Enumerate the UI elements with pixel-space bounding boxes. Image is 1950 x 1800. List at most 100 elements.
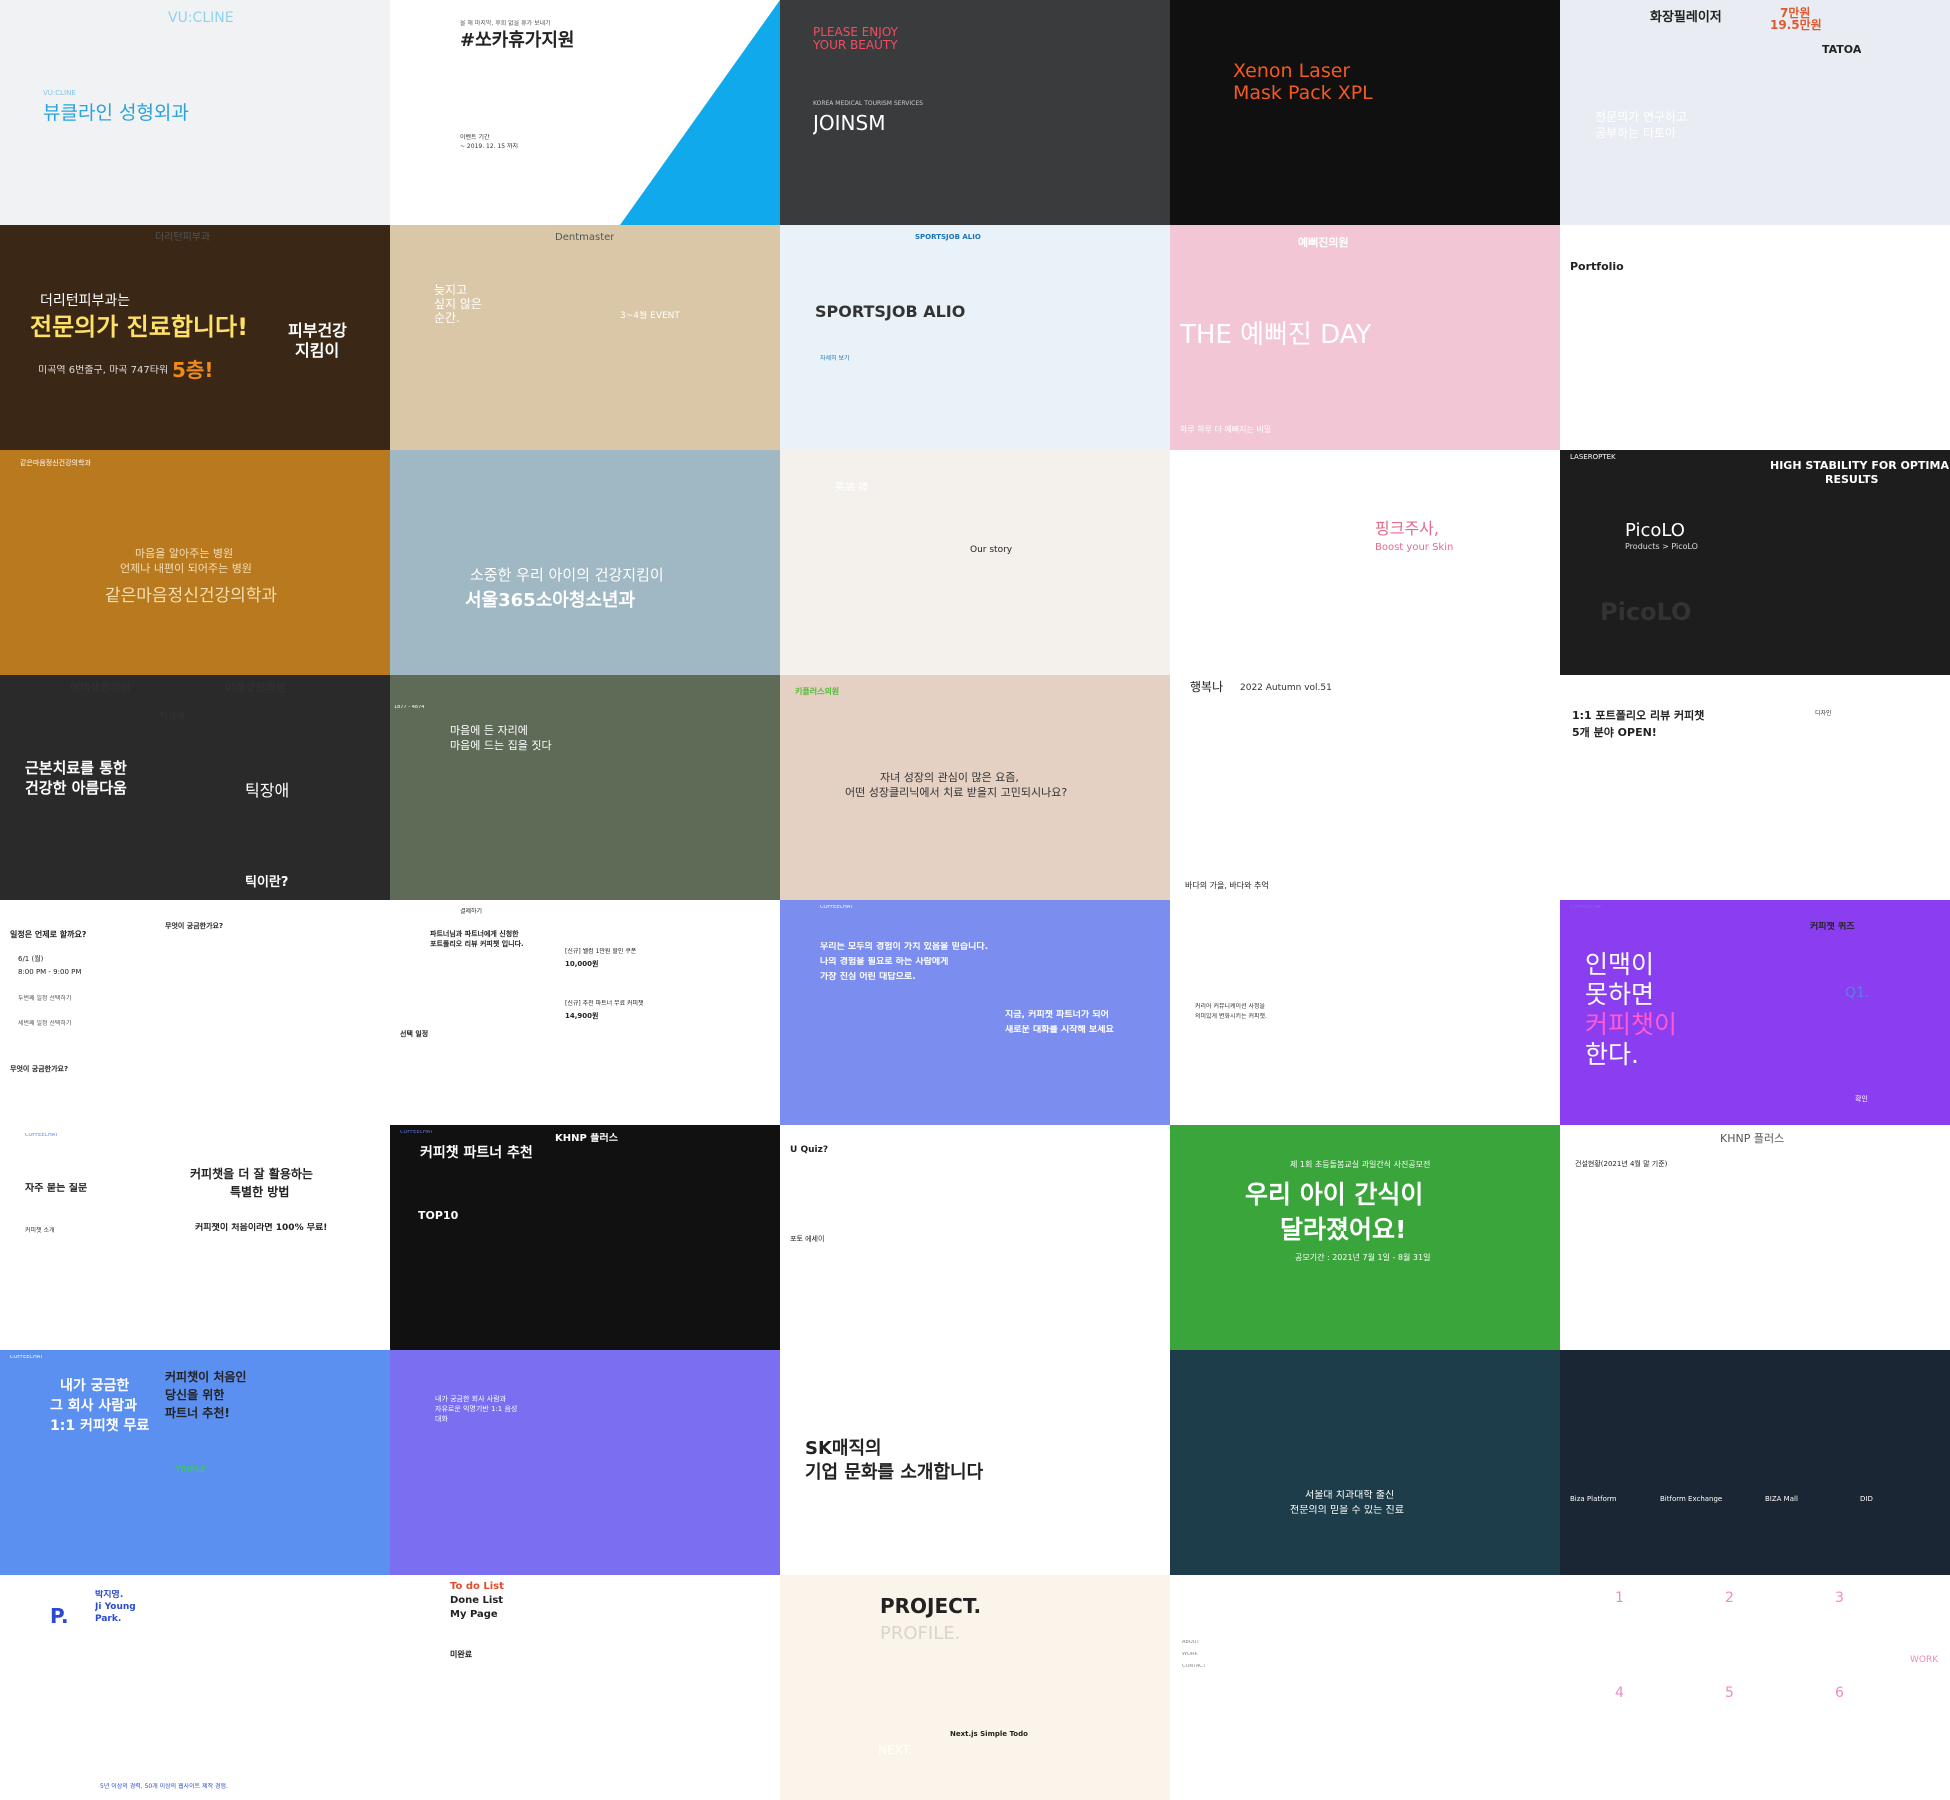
tile-todo-text: To do List bbox=[450, 1581, 504, 1592]
tile-cc-launch-text: 못하면 bbox=[1585, 980, 1655, 1009]
tile-cc-faq-text: 커피챗 소개 bbox=[25, 1227, 55, 1234]
tile-gateun-text: 언제나 내편이 되어주는 병원 bbox=[120, 563, 252, 575]
tile-dentmaster[interactable]: 늦지고 싶지 않은 순간. 3~4월 EVENT Dentmaster bbox=[390, 225, 780, 450]
tile-amaxg[interactable]: Biza Platform Bitform Exchange BIZA Mall DI… bbox=[1560, 1350, 1950, 1575]
tile-kidsclinic-text: 키플러스의원 bbox=[795, 687, 840, 696]
tile-cc-chat-text: 자유로운 익명기반 1:1 음성 bbox=[435, 1405, 518, 1413]
tile-cc-blue-text: 파트너 추천! bbox=[165, 1406, 230, 1420]
tile-joinsm[interactable]: PLEASE ENJOY YOUR BEAUTY KOREA MEDICAL TOU… bbox=[780, 0, 1170, 225]
tile-cc-purple-text: 가장 진심 어린 대답으로. bbox=[820, 972, 916, 982]
tile-magazine[interactable]: 행복나 2022 Autumn vol.51 바다의 가을, 바다와 추억 bbox=[1170, 675, 1560, 900]
tile-hospital-video[interactable]: 1877 - 4874 마음에 든 자리에 마음에 드는 집을 짓다 bbox=[390, 675, 780, 900]
tile-schedule-text: 두번째 일정 선택하기 bbox=[18, 995, 72, 1002]
tile-cc-partner-text: 커피챗 파트너 추천 bbox=[420, 1145, 533, 1161]
tile-parkjiyoung[interactable]: P. 박지영. Ji Young Park. 5년 이상의 경력, 50개 이상의 웹사… bbox=[0, 1575, 390, 1800]
tile-schedule-text: 무엇이 궁금한가요? bbox=[10, 1065, 69, 1073]
tile-gateun[interactable]: 같은마음정신건강의학과 마음을 알아주는 병원 언제나 내편이 되어주는 병원 같은마… bbox=[0, 450, 390, 675]
tile-schedule-text: 8:00 PM - 9:00 PM bbox=[18, 968, 82, 976]
tile-coffeechat-open[interactable]: 1:1 포트폴리오 리뷰 커피챗 5개 분야 OPEN! 전체보기 디자인 bbox=[1560, 675, 1950, 900]
tile-dental[interactable]: 서울대 치과대학 출신 전문의의 믿을 수 있는 진료 bbox=[1170, 1350, 1560, 1575]
tile-cc-faq-text: 커피챗이 처음이라면 100% 무료! bbox=[195, 1223, 328, 1233]
tile-tulip[interactable]: ABOUT WORK CONTACT bbox=[1170, 1575, 1560, 1800]
tile-dentmaster-text: 늦지고 bbox=[434, 283, 468, 297]
tile-cc-blue-text: COFFEECHAT bbox=[10, 1355, 43, 1360]
tile-durithen-text: 피부건강 bbox=[288, 322, 347, 340]
tile-tatoa[interactable]: 화장필레이저 7만원 19.5만원 TATOA 전문의가 연구하고 공부하는 타토아 bbox=[1560, 0, 1950, 225]
tile-yeppeujin[interactable]: 예뻐진의원 THE 예뻐진 DAY 하루 하루 더 예뻐지는 비밀 bbox=[1170, 225, 1560, 450]
tile-cc-launch-text: 확인 bbox=[1855, 1095, 1868, 1103]
tile-cc-purple-text: 새로운 대화를 시작해 보세요 bbox=[1005, 1025, 1114, 1035]
tile-cc-chat[interactable]: 내가 궁금한 회사 사람과 자유로운 익명기반 1:1 음성 대화 bbox=[390, 1350, 780, 1575]
tile-project-text: Next.js Simple Todo bbox=[950, 1730, 1028, 1738]
tile-ire[interactable]: 이레생한의원 이레생한의원 근본치료를 통한 건강한 아름다움 틱장애 틱장애 틱이란? bbox=[0, 675, 390, 900]
tile-work-text: 4 bbox=[1615, 1685, 1624, 1701]
tile-ire-text: 건강한 아름다움 bbox=[25, 780, 127, 797]
tile-todo-text: My Page bbox=[450, 1609, 498, 1620]
tile-hospital-video-text: 마음에 드는 집을 짓다 bbox=[450, 740, 552, 752]
tile-amaxg-text: Bitform Exchange bbox=[1660, 1495, 1723, 1503]
tile-durithen[interactable]: 더리턴피부과 더리턴피부과는 전문의가 진료합니다! 미곡역 6번출구, 마곡 747… bbox=[0, 225, 390, 450]
tile-cc-blue-text: 그 회사 사람과 bbox=[50, 1398, 138, 1414]
tile-snack[interactable]: 제 1회 초등돌봄교실 과일간식 사진공모전 우리 아이 간식이 달라졌어요! 공모기… bbox=[1170, 1125, 1560, 1350]
tile-khnp-status-text: 건설현황(2021년 4월 말 기준) bbox=[1575, 1160, 1668, 1168]
tile-ourstory[interactable]: Our story 英語 譚 bbox=[780, 450, 1170, 675]
tile-cc-partner[interactable]: COFFEECHAT 커피챗 파트너 추천 TOP10 KHNP 플러스 bbox=[390, 1125, 780, 1350]
tile-xenon[interactable]: Xenon Laser Mask Pack XPL bbox=[1170, 0, 1560, 225]
tile-ecm-text: Boost your Skin bbox=[1375, 542, 1454, 553]
tile-schedule[interactable]: 일정은 언제로 할까요? 6/1 (월) 8:00 PM - 9:00 PM 두번째 … bbox=[0, 900, 390, 1125]
tile-parkjiyoung-text: Park. bbox=[95, 1614, 122, 1624]
tile-ssoka[interactable]: #쏘카휴가지원 올 해 마지막, 후회 없을 휴가 보내기 이벤트 기간 ~ 2019… bbox=[390, 0, 780, 225]
tile-cc-partner-text: KHNP 플러스 bbox=[555, 1133, 618, 1144]
tile-cc-faq[interactable]: COFFEECHAT 자주 묻는 질문 커피챗 소개 커피챗을 더 잘 활용하는 특별한… bbox=[0, 1125, 390, 1350]
tile-picolo[interactable]: LASEROPTEK PicoLO Products > PicoLO PicoLO H… bbox=[1560, 450, 1950, 675]
tile-cc-blue-text: TRIPLE bbox=[175, 1465, 207, 1474]
tile-dentmaster-text: 순간. bbox=[434, 311, 460, 325]
tile-ecm-text: ECM bbox=[1180, 456, 1196, 464]
tile-gateun-text: 같은마음정신건강의학과 bbox=[105, 586, 278, 606]
tile-coupon[interactable]: 결제하기 파트너님과 파트너에게 신청한 포트폴리오 리뷰 커피챗 입니다. 선택 일… bbox=[390, 900, 780, 1125]
tile-ecm[interactable]: 핑크주사, Boost your Skin ECM bbox=[1170, 450, 1560, 675]
tile-ssoka-text: #쏘카휴가지원 bbox=[460, 30, 575, 51]
tile-sportsjob[interactable]: SPORTSJOB ALIO SPORTSJOB ALIO 자세히 보기 bbox=[780, 225, 1170, 450]
tile-project[interactable]: PROJECT. PROFILE. Next.js Simple Todo NEXT. bbox=[780, 1575, 1170, 1800]
tile-work-text: 6 bbox=[1835, 1685, 1844, 1701]
tile-sportsjob-text: 자세히 보기 bbox=[820, 355, 850, 362]
tile-cc-blue[interactable]: COFFEECHAT 내가 궁금한 그 회사 사람과 1:1 커피챗 무료 커피챗이 처… bbox=[0, 1350, 390, 1575]
tile-cc-chat-text: 내가 궁금한 회사 사람과 bbox=[435, 1395, 507, 1403]
tile-sportsjob-text: SPORTSJOB ALIO bbox=[815, 303, 966, 321]
tile-parkjiyoung-text: Ji Young bbox=[95, 1602, 136, 1612]
tile-ssoka-text: 이벤트 기간 bbox=[460, 134, 490, 141]
tile-cc-blue-text: 1:1 커피챗 무료 bbox=[50, 1418, 150, 1434]
tile-cc-1on1-text: 커리어 커뮤니케이션 사정을 bbox=[1195, 1003, 1266, 1010]
tile-vuline-text: 뷰클라인 성형외과 bbox=[43, 102, 189, 124]
tile-joinsm-text: KOREA MEDICAL TOURISM SERVICES bbox=[813, 100, 923, 107]
tile-cc-faq-text: 특별한 방법 bbox=[230, 1185, 290, 1199]
tile-magazine-text: 2022 Autumn vol.51 bbox=[1240, 683, 1332, 693]
tile-kidsclinic[interactable]: 키플러스의원 자녀 성장의 관심이 많은 요즘, 어떤 성장클리닉에서 치료 받을지… bbox=[780, 675, 1170, 900]
tile-coffeechat-open-text: 디자인 bbox=[1815, 710, 1832, 717]
tile-schedule-text: 6/1 (월) bbox=[18, 955, 44, 963]
tile-portfolio[interactable]: Portfolio bbox=[1560, 225, 1950, 450]
tile-joinsm-text: YOUR BEAUTY bbox=[813, 38, 898, 52]
tile-ire-text: 이레생한의원 bbox=[70, 682, 131, 694]
tile-project-text: PROFILE. bbox=[880, 1623, 961, 1644]
tile-skmagic[interactable]: SK매직의 기업 문화를 소개합니다 bbox=[780, 1350, 1170, 1575]
tile-khnp-status[interactable]: KHNP 플러스 건설현황(2021년 4월 말 기준) bbox=[1560, 1125, 1950, 1350]
tile-yeppeujin-text: 예뻐진의원 bbox=[1298, 237, 1349, 249]
tile-vuline[interactable]: 뷰클라인 성형외과 VU:CLINE VU:CLINE bbox=[0, 0, 390, 225]
tile-todo[interactable]: To do List Done List My Page 미완료 bbox=[390, 1575, 780, 1800]
tile-sportsjob-text: SPORTSJOB ALIO bbox=[915, 233, 981, 241]
tile-vuline-text: VU:CLINE bbox=[43, 89, 76, 97]
tile-ire-text: 틱장애 bbox=[245, 782, 290, 800]
tile-cc-launch[interactable]: COFFEECHAT 인맥이 못하면 커피챗이 한다. 커피챗 퀴즈 Q1. 확인 bbox=[1560, 900, 1950, 1125]
tile-uquiz[interactable]: U Quiz? 포토 에세이 bbox=[780, 1125, 1170, 1350]
tile-seoul365[interactable]: 소중한 우리 아이의 건강지킴이 서울365소아청소년과 bbox=[390, 450, 780, 675]
tile-cc-1on1[interactable]: 전 세계 25개국 이상 커리어 커뮤니케이션 사정을 의미있게 변화시키는 커피챗… bbox=[1170, 900, 1560, 1125]
tile-picolo-text: PicoLO bbox=[1600, 598, 1692, 626]
tile-skmagic-text: SK매직의 bbox=[805, 1438, 882, 1459]
tile-snack-text: 제 1회 초등돌봄교실 과일간식 사진공모전 bbox=[1290, 1160, 1431, 1169]
tile-work[interactable]: 1 2 3 4 5 6 WORK bbox=[1560, 1575, 1950, 1800]
tile-ire-text: 근본치료를 통한 bbox=[25, 760, 127, 777]
tile-durithen-text: 더리턴피부과 bbox=[155, 232, 211, 243]
tile-cc-purple[interactable]: COFFEECHAT 우리는 모두의 경험이 가치 있음을 믿습니다. 나의 경험을… bbox=[780, 900, 1170, 1125]
